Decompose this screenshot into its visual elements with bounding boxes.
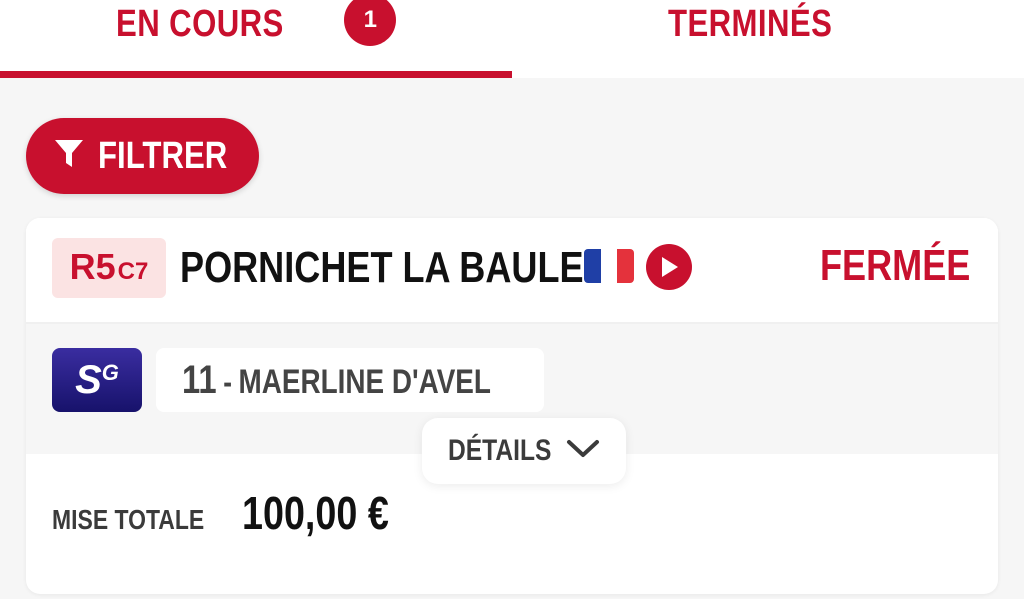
count-badge: 1 xyxy=(344,0,397,46)
race-code-badge: R5 C7 xyxy=(52,238,166,298)
horse-number: 11 xyxy=(182,357,217,402)
total-stake: MISE TOTALE 100,00 € xyxy=(52,480,421,540)
tab-en-cours[interactable]: EN COURS 1 xyxy=(0,0,512,78)
details-button[interactable]: DÉTAILS xyxy=(422,418,626,484)
details-label: DÉTAILS xyxy=(447,434,552,467)
tab-bar: EN COURS 1 TERMINÉS xyxy=(0,0,1024,78)
filter-label: FILTRER xyxy=(98,134,228,177)
tab-termines-label: TERMINÉS xyxy=(667,3,833,45)
race-name: PORNICHET LA BAULE xyxy=(180,243,584,292)
race-header: R5 C7 PORNICHET LA BAULE FERMÉE xyxy=(26,218,998,324)
bet-type-s: S xyxy=(75,357,102,402)
play-video-icon[interactable] xyxy=(646,244,692,290)
horse-selection: 11- MAERLINE D'AVEL xyxy=(156,348,544,412)
chevron-down-icon xyxy=(566,439,600,464)
horse-separator: - xyxy=(223,363,232,400)
horse-name: MAERLINE D'AVEL xyxy=(238,362,491,401)
total-stake-label: MISE TOTALE xyxy=(52,504,205,535)
bet-type-g: G xyxy=(101,360,119,385)
course-code: C7 xyxy=(117,258,149,285)
tab-termines[interactable]: TERMINÉS xyxy=(512,0,1024,78)
race-status: FERMÉE xyxy=(819,241,970,290)
filter-button[interactable]: FILTRER xyxy=(26,118,259,194)
tab-en-cours-content: EN COURS 1 xyxy=(116,0,397,46)
bet-card: R5 C7 PORNICHET LA BAULE FERMÉE S G 11- M… xyxy=(26,218,998,594)
tab-en-cours-label: EN COURS xyxy=(115,3,284,45)
total-stake-value: 100,00 € xyxy=(242,487,389,539)
bet-type-badge: S G xyxy=(52,348,142,412)
france-flag-icon xyxy=(584,249,634,283)
horse-selection-text: 11- MAERLINE D'AVEL xyxy=(182,358,491,403)
filter-icon xyxy=(54,138,84,175)
reunion-code: R5 xyxy=(69,246,116,287)
